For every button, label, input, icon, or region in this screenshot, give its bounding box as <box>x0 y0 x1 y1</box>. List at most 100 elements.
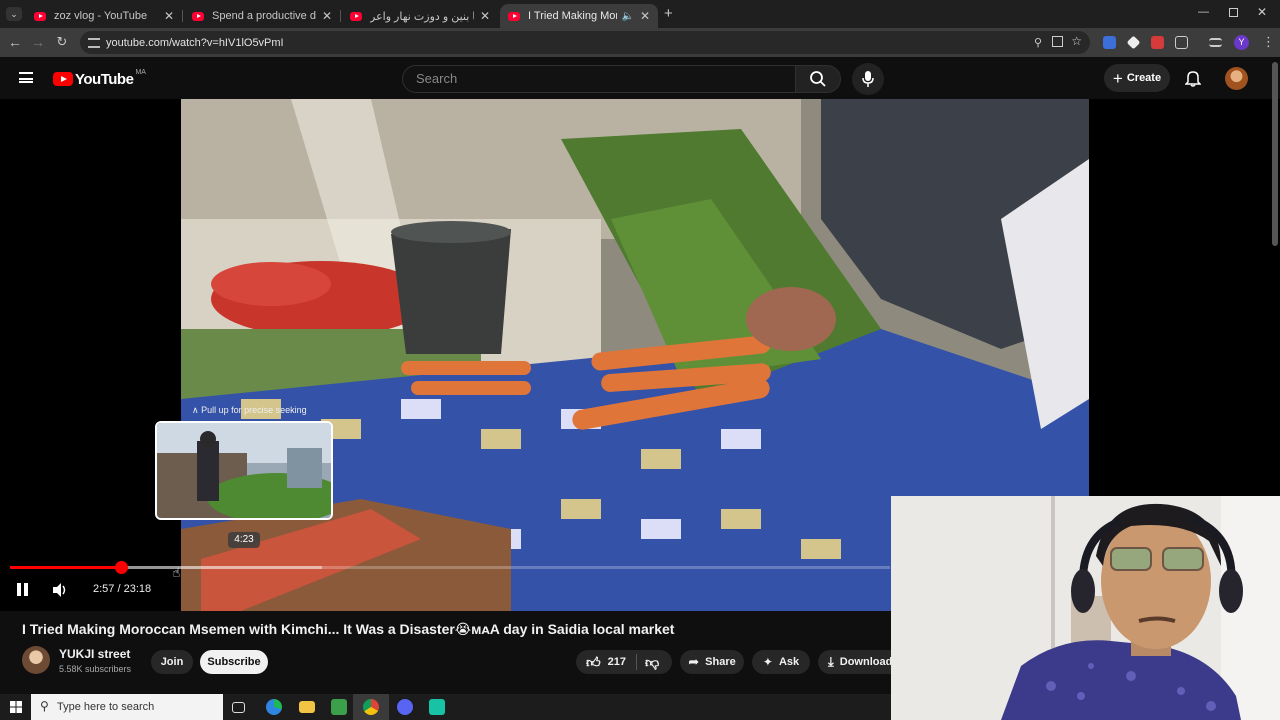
browser-menu-icon[interactable]: ⋮ <box>1262 34 1275 50</box>
taskbar-search-icon: ⚲ <box>40 699 49 713</box>
tab-close-icon[interactable]: ✕ <box>322 9 332 23</box>
browser-tab-strip: ⌄ zoz vlog - YouTube ✕ Spend a productiv… <box>0 0 1280 28</box>
ask-button[interactable]: ✦ Ask <box>752 650 810 674</box>
media-controls-icon[interactable] <box>1209 38 1222 47</box>
search-input[interactable]: Search <box>402 65 796 93</box>
search-icon <box>810 71 826 87</box>
ask-label: Ask <box>778 656 800 668</box>
progress-bar[interactable] <box>10 561 890 574</box>
store-icon[interactable] <box>331 699 347 715</box>
hamburger-menu-icon[interactable] <box>19 72 33 83</box>
app-icon[interactable] <box>429 699 445 715</box>
notifications-bell-icon[interactable] <box>1185 70 1201 87</box>
puzzle-extensions-icon[interactable] <box>1175 36 1188 49</box>
voice-search-button[interactable] <box>852 63 884 95</box>
download-icon: ⤓ <box>828 654 834 669</box>
bookmark-star-icon[interactable]: ☆ <box>1071 34 1082 48</box>
red-extension-icon[interactable] <box>1151 36 1164 49</box>
restore-icon[interactable] <box>1229 8 1238 17</box>
tab-audio-icon[interactable]: 🔈 <box>621 11 633 22</box>
scrubber-handle[interactable] <box>115 561 129 574</box>
youtube-wordmark: YouTube <box>75 70 134 88</box>
account-avatar[interactable] <box>1225 67 1248 90</box>
download-button[interactable]: ⤓ Download <box>818 650 891 674</box>
search-button[interactable] <box>795 65 841 93</box>
taskbar-search-placeholder: Type here to search <box>57 701 155 713</box>
profile-avatar-icon[interactable]: Y <box>1234 35 1249 50</box>
subscribe-button[interactable]: Subscribe <box>200 650 268 674</box>
country-code: MA <box>135 68 146 76</box>
youtube-logo[interactable]: YouTube MA <box>53 68 146 88</box>
share-button[interactable]: ➦ Share <box>680 650 744 674</box>
youtube-favicon-icon <box>508 11 520 21</box>
create-button[interactable]: + Create <box>1104 64 1170 92</box>
like-dislike-group: 👍︎ 217 👎︎ <box>576 650 672 674</box>
browser-tab-2[interactable]: Spend a productive day with m ✕ <box>184 4 341 28</box>
tab-title: Spend a productive day with m <box>212 10 316 22</box>
back-icon[interactable]: ← <box>6 34 24 50</box>
diamond-extension-icon[interactable] <box>1126 35 1141 50</box>
mouse-pointer-icon: ☝ <box>172 565 181 580</box>
like-divider <box>636 654 637 670</box>
like-count: 217 <box>607 656 626 668</box>
pause-icon <box>17 583 21 596</box>
tab-close-icon[interactable]: ✕ <box>480 9 490 23</box>
thumbs-up-icon: 👍︎ <box>586 653 601 670</box>
url-text: youtube.com/watch?v=hIV1lO5vPmI <box>106 36 284 49</box>
browser-tab-4-active[interactable]: I Tried Making Moroccan M 🔈 ✕ <box>500 4 658 28</box>
page-scrollbar[interactable] <box>1272 62 1278 246</box>
channel-avatar[interactable] <box>22 646 50 674</box>
new-tab-icon[interactable]: + <box>664 5 673 22</box>
youtube-masthead: YouTube MA Search + Create <box>0 57 1280 99</box>
webcam-feed-image <box>891 496 1280 720</box>
tab-close-icon[interactable]: ✕ <box>640 9 650 23</box>
played-bar <box>10 566 122 569</box>
zoom-icon[interactable]: ⚲ <box>1034 36 1042 49</box>
youtube-favicon-icon <box>350 11 362 21</box>
browser-toolbar: ← → ↻ youtube.com/watch?v=hIV1lO5vPmI ⚲ … <box>0 28 1280 57</box>
edge-browser-icon[interactable] <box>266 699 282 715</box>
forward-icon[interactable]: → <box>29 34 47 50</box>
share-arrow-icon: ➦ <box>688 654 700 669</box>
site-info-icon[interactable] <box>88 37 100 48</box>
pause-button[interactable] <box>17 583 29 596</box>
chrome-icon[interactable] <box>363 699 379 715</box>
subscriber-count: 5.58K subscribers <box>59 664 132 674</box>
youtube-favicon-icon <box>34 11 46 21</box>
browser-tab-3[interactable]: طيبت عشا بنين و دوزت نهار واعر ✕ <box>342 4 498 28</box>
webcam-overlay <box>891 496 1280 720</box>
channel-name[interactable]: YUKJI street <box>59 647 130 661</box>
like-button[interactable]: 👍︎ 217 <box>586 654 626 671</box>
youtube-play-logo-icon <box>53 72 73 86</box>
windows-start-icon[interactable] <box>10 701 22 713</box>
create-label: Create <box>1126 72 1162 84</box>
tab-search-icon[interactable]: ⌄ <box>6 7 22 21</box>
translate-extension-icon[interactable] <box>1103 36 1116 49</box>
minimize-icon[interactable]: — <box>1198 6 1209 18</box>
volume-icon[interactable] <box>52 583 68 597</box>
join-button[interactable]: Join <box>151 650 193 674</box>
seek-preview-image <box>157 423 331 518</box>
download-label: Download <box>839 656 891 668</box>
tab-title: I Tried Making Moroccan M <box>528 10 618 22</box>
time-display: 2:57 / 23:18 <box>93 583 152 595</box>
share-label: Share <box>705 656 736 668</box>
sparkle-icon: ✦ <box>762 655 773 669</box>
reload-icon[interactable]: ↻ <box>53 34 71 50</box>
file-explorer-icon[interactable] <box>299 701 315 713</box>
discord-icon[interactable] <box>397 699 413 715</box>
windows-taskbar: ⚲ Type here to search <box>0 694 891 720</box>
tab-close-icon[interactable]: ✕ <box>164 9 174 23</box>
taskbar-search-box[interactable]: ⚲ Type here to search <box>31 694 223 720</box>
browser-tab-1[interactable]: zoz vlog - YouTube ✕ <box>26 4 183 28</box>
task-view-icon[interactable] <box>232 702 245 713</box>
hover-time-tooltip: 4:23 <box>228 532 260 548</box>
plus-icon: + <box>1112 68 1123 88</box>
window-close-icon[interactable]: ✕ <box>1257 5 1267 19</box>
subscribe-label: Subscribe <box>207 656 261 668</box>
join-label: Join <box>160 656 184 668</box>
tab-divider <box>182 10 183 22</box>
thumbs-down-icon[interactable]: 👎︎ <box>645 654 659 671</box>
install-app-icon[interactable] <box>1052 36 1063 47</box>
address-bar[interactable]: youtube.com/watch?v=hIV1lO5vPmI ⚲ ☆ <box>80 31 1090 54</box>
